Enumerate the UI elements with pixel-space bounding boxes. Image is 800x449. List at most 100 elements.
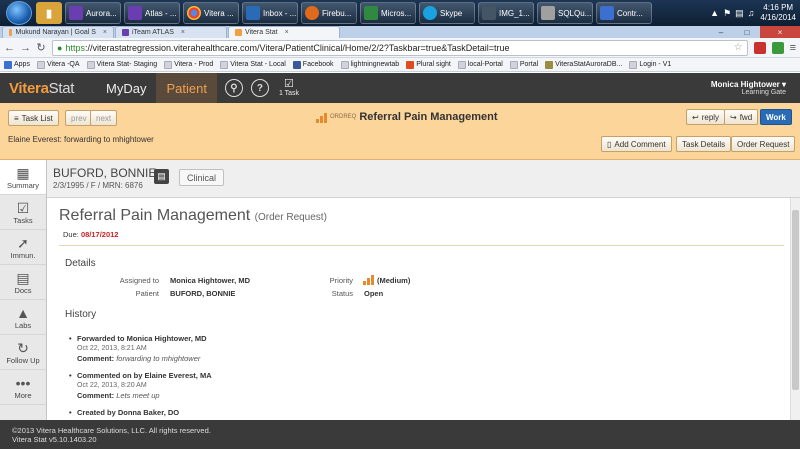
- sidebar-item-summary[interactable]: ▦ Summary: [0, 160, 46, 195]
- taskbar-button-inbox[interactable]: Inbox - ...: [242, 2, 298, 24]
- task-details-button[interactable]: Task Details: [676, 136, 732, 152]
- firefox-icon: [305, 6, 319, 20]
- bookmark-apps[interactable]: Apps: [4, 60, 30, 69]
- forward-arrow-icon: ↪: [730, 112, 737, 122]
- sidebar-item-immun[interactable]: ➚ Immun.: [0, 230, 46, 265]
- page-icon: [86, 60, 95, 69]
- close-window-icon[interactable]: ×: [760, 26, 800, 38]
- page-icon: [36, 60, 45, 69]
- maximize-icon[interactable]: □: [734, 26, 760, 38]
- sidebar-item-more[interactable]: ••• More: [0, 370, 46, 405]
- flag-icon[interactable]: ⚑: [723, 8, 731, 19]
- flask-icon: ▲: [16, 304, 30, 321]
- page-title: Referral Pain Management (Order Request): [59, 207, 327, 224]
- show-hidden-icons-icon[interactable]: ▲: [710, 8, 719, 19]
- user-location: Learning Gate: [741, 89, 786, 96]
- order-request-button[interactable]: Order Request: [731, 136, 796, 152]
- bookmark-item[interactable]: Vitera Stat - Local: [220, 60, 286, 69]
- work-button[interactable]: Work: [760, 109, 792, 125]
- sql-tools-icon: [541, 6, 555, 20]
- nav-patient[interactable]: Patient: [156, 73, 217, 103]
- browser-tab[interactable]: Mukund Narayan | Goal S ×: [2, 26, 114, 38]
- patient-card-icon[interactable]: ▤: [154, 169, 169, 184]
- vitera-stat-logo[interactable]: Vitera Stat: [0, 73, 96, 103]
- bookmark-item[interactable]: Vitera -QA: [36, 60, 80, 69]
- follow-up-icon: ↻: [17, 339, 29, 356]
- task-toolbar: ≡ Task List prev next ORDREQ Referral Pai…: [0, 103, 800, 160]
- page-icon: [340, 60, 349, 69]
- sidebar-item-labs[interactable]: ▲ Labs: [0, 300, 46, 335]
- divider: [59, 245, 784, 246]
- start-button[interactable]: [6, 1, 32, 25]
- bookmark-item[interactable]: Vitera - Prod: [164, 60, 213, 69]
- bookmark-star-icon[interactable]: ☆: [734, 42, 743, 53]
- scrollbar-thumb[interactable]: [792, 210, 799, 390]
- extension-icon[interactable]: [771, 41, 784, 54]
- bookmark-item[interactable]: Vitera Stat- Staging: [86, 60, 157, 69]
- clock[interactable]: 4:16 PM 4/16/2014: [760, 3, 796, 23]
- file-explorer-icon[interactable]: ▮: [36, 2, 62, 24]
- forward-button[interactable]: ↪ fwd: [724, 109, 759, 125]
- browser-tab-strip: Mukund Narayan | Goal S × iTeam ATLAS × Vi…: [0, 26, 800, 38]
- url-input[interactable]: ● https://viterastatregression.viterahea…: [52, 39, 748, 56]
- patient-banner: BUFORD, BONNIE 2/3/1995 / F / MRN: 6876 …: [47, 160, 800, 198]
- network-icon[interactable]: ▤: [735, 8, 744, 19]
- taskbar-button-atlas[interactable]: Atlas - ...: [124, 2, 180, 24]
- taskbar-button-firebug[interactable]: Firebu...: [301, 2, 357, 24]
- apps-icon: [4, 60, 12, 69]
- taskbar-button-microsoft[interactable]: Micros...: [360, 2, 416, 24]
- bookmark-item[interactable]: Login - V1: [629, 60, 671, 69]
- browser-tab-active[interactable]: Vitera Stat ×: [228, 26, 340, 38]
- sidebar-item-follow-up[interactable]: ↻ Follow Up: [0, 335, 46, 370]
- priority-medium-icon: [316, 112, 327, 123]
- taskbar-button-control[interactable]: Contr...: [596, 2, 652, 24]
- reload-icon[interactable]: ↻: [36, 41, 46, 54]
- content-scrollbar[interactable]: [790, 198, 800, 420]
- taskbar-button-sqlquery[interactable]: SQLQu...: [537, 2, 593, 24]
- bookmark-item[interactable]: Plural sight: [406, 60, 451, 69]
- version-text: Vitera Stat v5.10.1403.20: [12, 435, 97, 444]
- bookmark-item[interactable]: ViteraStatAuroraDB...: [545, 60, 622, 69]
- page-icon: [164, 60, 173, 69]
- taskbar-button-aurora[interactable]: Aurora...: [65, 2, 121, 24]
- next-button[interactable]: next: [90, 110, 118, 126]
- bookmark-item[interactable]: lightningnewtab: [340, 60, 399, 69]
- taskbar-button-vitera[interactable]: Vitera ...: [183, 2, 239, 24]
- user-menu[interactable]: Monica Hightower ▾ Learning Gate: [711, 73, 800, 103]
- task-list-button[interactable]: ≡ Task List: [8, 110, 59, 126]
- skype-icon: [423, 6, 437, 20]
- close-tab-icon[interactable]: ×: [103, 29, 107, 36]
- bookmark-item[interactable]: Portal: [509, 60, 538, 69]
- sidebar-item-tasks[interactable]: ☑ Tasks: [0, 195, 46, 230]
- facebook-icon: [292, 60, 301, 69]
- clinical-button[interactable]: Clinical: [179, 169, 225, 186]
- browser-tab[interactable]: iTeam ATLAS ×: [115, 26, 227, 38]
- back-icon[interactable]: ←: [4, 42, 15, 54]
- bookmarks-bar: Apps Vitera -QA Vitera Stat- Staging Vit…: [0, 58, 800, 72]
- prev-button[interactable]: prev: [65, 110, 93, 126]
- extension-icon[interactable]: [753, 41, 766, 54]
- minimize-icon[interactable]: –: [708, 26, 734, 38]
- reply-button[interactable]: ↩ reply: [686, 109, 726, 125]
- search-icon[interactable]: ⚲: [224, 79, 243, 97]
- close-tab-icon[interactable]: ×: [181, 29, 185, 36]
- patient-name[interactable]: BUFORD, BONNIE: [53, 166, 156, 180]
- taskbar-button-img[interactable]: IMG_1...: [478, 2, 534, 24]
- forward-icon[interactable]: →: [20, 42, 31, 54]
- system-tray: ▲ ⚑ ▤ ♫ 4:16 PM 4/16/2014: [710, 0, 796, 26]
- task-indicator[interactable]: ☑ 1 Task: [279, 73, 299, 103]
- summary-icon: ▦: [16, 164, 30, 181]
- bookmark-item[interactable]: Facebook: [292, 60, 334, 69]
- volume-icon[interactable]: ♫: [748, 8, 755, 19]
- browser-menu-icon[interactable]: ≡: [790, 42, 796, 54]
- nav-myday[interactable]: MyDay: [96, 73, 156, 103]
- bookmark-item[interactable]: local-Portal: [457, 60, 503, 69]
- sidebar-item-docs[interactable]: ▤ Docs: [0, 265, 46, 300]
- task-title: ORDREQ Referral Pain Management: [316, 111, 498, 123]
- help-icon[interactable]: ?: [250, 79, 269, 97]
- close-tab-icon[interactable]: ×: [285, 29, 289, 36]
- history-item: Forwarded to Monica Hightower, MD Oct 22…: [69, 334, 207, 364]
- add-comment-button[interactable]: ▯ Add Comment: [601, 136, 672, 152]
- taskbar-button-skype[interactable]: Skype: [419, 2, 475, 24]
- window-controls: – □ ×: [708, 26, 800, 38]
